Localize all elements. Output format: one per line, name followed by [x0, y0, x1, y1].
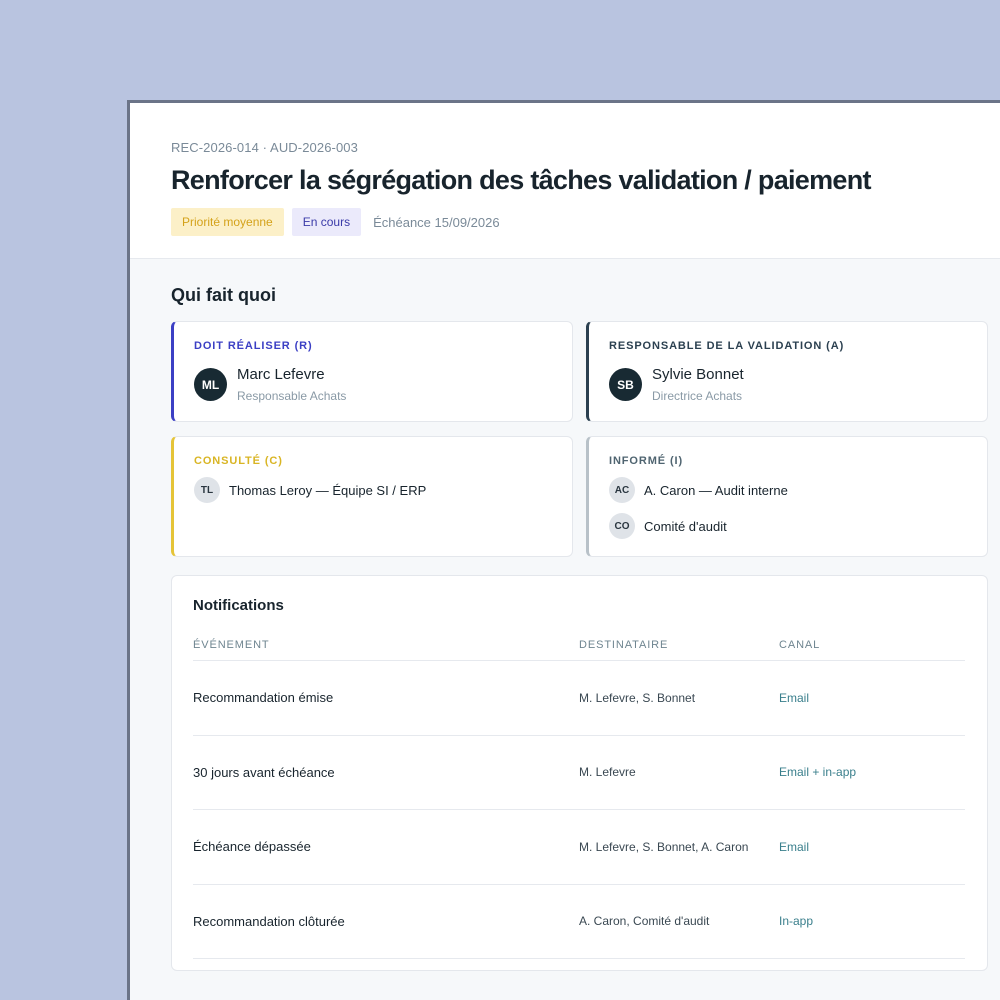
table-row: Recommandation clôturée A. Caron, Comité… — [193, 885, 965, 959]
channel-cell: Email + in-app — [779, 765, 857, 780]
event-cell: Recommandation émise — [193, 690, 334, 706]
person-label: Thomas Leroy — Équipe SI / ERP — [229, 482, 427, 498]
raci-card-responsible: DOIT RÉALISER (R) ML Marc Lefevre Respon… — [171, 321, 573, 422]
table-row: Recommandation émise M. Lefevre, S. Bonn… — [193, 661, 965, 736]
raci-card-informed: INFORMÉ (I) AC A. Caron — Audit interne … — [586, 436, 988, 557]
table-row: 30 jours avant échéance M. Lefevre Email… — [193, 736, 965, 810]
recipient-cell: M. Lefevre, S. Bonnet — [579, 690, 696, 705]
recipient-cell: M. Lefevre — [579, 765, 636, 780]
reference-ids: REC-2026-014 · AUD-2026-003 — [171, 140, 358, 155]
person-row: TL Thomas Leroy — Équipe SI / ERP — [194, 477, 572, 503]
person-label: Comité d'audit — [644, 518, 727, 534]
role-label: CONSULTÉ (C) — [194, 455, 283, 467]
person: ML Marc Lefevre Responsable Achats — [194, 366, 572, 403]
person-position: Responsable Achats — [237, 389, 347, 403]
notifications-panel: Notifications ÉVÉNEMENT DESTINATAIRE CAN… — [171, 575, 988, 971]
priority-badge: Priorité moyenne — [171, 208, 284, 236]
raci-card-accountable: RESPONSABLE DE LA VALIDATION (A) SB Sylv… — [586, 321, 988, 422]
raci-section-title: Qui fait quoi — [171, 285, 276, 305]
page-title: Renforcer la ségrégation des tâches vali… — [171, 165, 872, 195]
due-date: Échéance 15/09/2026 — [373, 214, 500, 230]
status-badge: En cours — [291, 208, 362, 236]
event-cell: Échéance dépassée — [193, 839, 311, 855]
role-label: RESPONSABLE DE LA VALIDATION (A) — [609, 340, 845, 352]
channel-cell: In-app — [779, 914, 814, 929]
column-header-event: ÉVÉNEMENT — [193, 638, 270, 651]
recommendation-window: REC-2026-014 · AUD-2026-003 Renforcer la… — [127, 100, 1000, 1000]
person-label: A. Caron — Audit interne — [644, 482, 788, 498]
recipient-cell: A. Caron, Comité d'audit — [579, 914, 710, 929]
notifications-title: Notifications — [193, 597, 284, 614]
table-header: ÉVÉNEMENT DESTINATAIRE CANAL — [193, 629, 965, 661]
meta-row: Priorité moyenne En cours Échéance 15/09… — [171, 208, 1000, 236]
channel-cell: Email — [779, 690, 810, 705]
table-row: Échéance dépassée M. Lefevre, S. Bonnet,… — [193, 810, 965, 885]
person-row: CO Comité d'audit — [609, 513, 987, 539]
recommendation-header: REC-2026-014 · AUD-2026-003 Renforcer la… — [130, 103, 1000, 259]
recipient-cell: M. Lefevre, S. Bonnet, A. Caron — [579, 839, 749, 854]
person-row: AC A. Caron — Audit interne — [609, 477, 987, 503]
raci-card-consulted: CONSULTÉ (C) TL Thomas Leroy — Équipe SI… — [171, 436, 573, 557]
avatar: TL — [194, 477, 220, 503]
avatar: AC — [609, 477, 635, 503]
avatar: ML — [194, 368, 227, 401]
channel-cell: Email — [779, 839, 810, 854]
column-header-channel: CANAL — [779, 638, 821, 651]
person-name: Sylvie Bonnet — [652, 366, 744, 383]
person-name: Marc Lefevre — [237, 366, 325, 383]
person-position: Directrice Achats — [652, 389, 743, 403]
avatar: CO — [609, 513, 635, 539]
avatar: SB — [609, 368, 642, 401]
event-cell: 30 jours avant échéance — [193, 764, 335, 780]
column-header-recipient: DESTINATAIRE — [579, 638, 669, 651]
event-cell: Recommandation clôturée — [193, 913, 345, 929]
person: SB Sylvie Bonnet Directrice Achats — [609, 366, 987, 403]
role-label: DOIT RÉALISER (R) — [194, 340, 313, 352]
role-label: INFORMÉ (I) — [609, 455, 684, 467]
